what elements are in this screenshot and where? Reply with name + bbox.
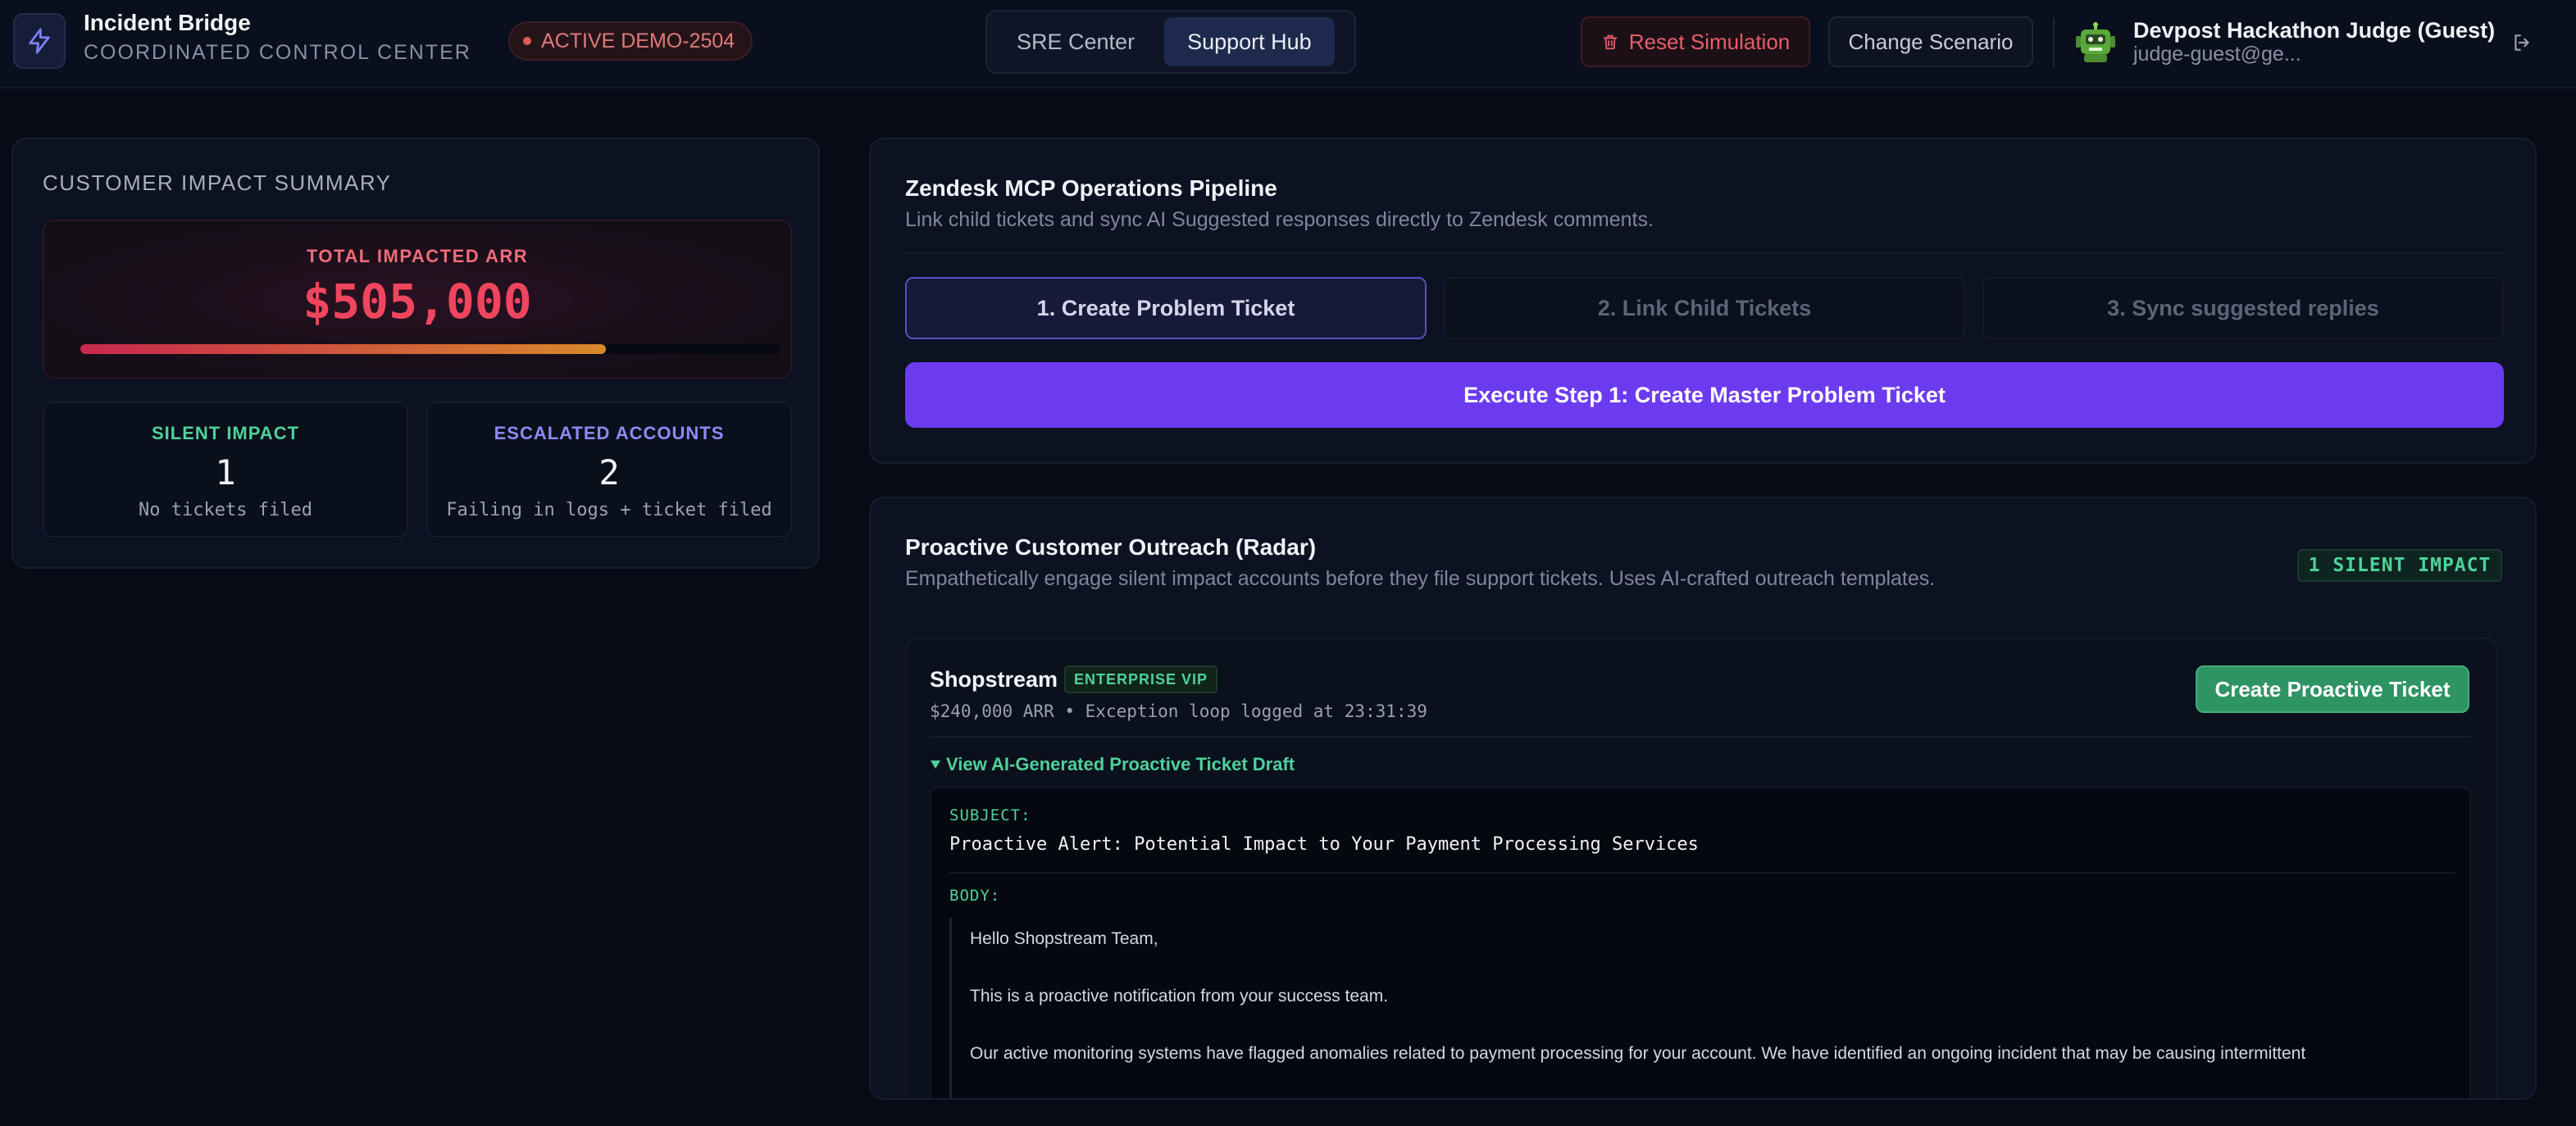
total-arr-value: $505,000 bbox=[303, 274, 532, 329]
tab-sre-center[interactable]: SRE Center bbox=[994, 17, 1158, 66]
escalated-accounts-value: 2 bbox=[598, 452, 620, 493]
active-badge-label: ACTIVE DEMO-2504 bbox=[541, 29, 735, 52]
user-name: Devpost Hackathon Judge (Guest) bbox=[2133, 18, 2496, 43]
avatar[interactable] bbox=[2073, 20, 2119, 66]
header-divider bbox=[2053, 18, 2055, 67]
zendesk-pipeline-card: Zendesk MCP Operations Pipeline Link chi… bbox=[869, 138, 2537, 464]
step-create-problem-ticket[interactable]: 1. Create Problem Ticket bbox=[905, 277, 1427, 339]
draft-body-line: Our active monitoring systems have flagg… bbox=[970, 1044, 2306, 1063]
account-card-shopstream: Shopstream ENTERPRISE VIP $240,000 ARR •… bbox=[905, 638, 2497, 1098]
outreach-description: Empathetically engage silent impact acco… bbox=[905, 567, 1936, 590]
customer-impact-summary-card: CUSTOMER IMPACT SUMMARY TOTAL IMPACTED A… bbox=[11, 138, 820, 569]
change-scenario-button[interactable]: Change Scenario bbox=[1828, 16, 2033, 67]
proactive-outreach-card: Proactive Customer Outreach (Radar) Empa… bbox=[869, 497, 2537, 1100]
summary-title: CUSTOMER IMPACT SUMMARY bbox=[43, 170, 392, 195]
logout-button[interactable] bbox=[2505, 26, 2538, 59]
total-arr-label: TOTAL IMPACTED ARR bbox=[306, 246, 529, 266]
app-logo[interactable] bbox=[13, 13, 66, 69]
account-name: Shopstream bbox=[930, 667, 1058, 692]
step-link-child-tickets[interactable]: 2. Link Child Tickets bbox=[1444, 277, 1965, 339]
draft-subject: Proactive Alert: Potential Impact to You… bbox=[949, 834, 1699, 855]
view-tab-switch: SRE Center Support Hub bbox=[985, 10, 1356, 74]
draft-divider bbox=[949, 872, 2455, 874]
silent-impact-label: SILENT IMPACT bbox=[151, 423, 300, 443]
tab-support-hub[interactable]: Support Hub bbox=[1164, 17, 1335, 66]
active-incident-badge: ACTIVE DEMO-2504 bbox=[508, 21, 753, 61]
arr-progress-fill bbox=[80, 344, 606, 354]
app-subtitle: COORDINATED CONTROL CENTER bbox=[84, 41, 471, 64]
draft-toggle-label: View AI-Generated Proactive Ticket Draft bbox=[946, 754, 1295, 774]
silent-impact-badge: 1 SILENT IMPACT bbox=[2297, 549, 2502, 582]
execute-step-button[interactable]: Execute Step 1: Create Master Problem Ti… bbox=[905, 362, 2504, 428]
total-impacted-arr-panel: TOTAL IMPACTED ARR $505,000 bbox=[43, 220, 792, 379]
app-title: Incident Bridge bbox=[84, 10, 251, 35]
top-header: Incident Bridge COORDINATED CONTROL CENT… bbox=[0, 0, 2576, 89]
ticket-draft-box: SUBJECT: Proactive Alert: Potential Impa… bbox=[930, 787, 2471, 1098]
draft-body-line: Hello Shopstream Team, bbox=[970, 929, 1158, 948]
escalated-accounts-stat: ESCALATED ACCOUNTS 2 Failing in logs + t… bbox=[426, 402, 792, 538]
triangle-down-icon bbox=[931, 761, 940, 769]
account-tier-badge: ENTERPRISE VIP bbox=[1064, 665, 1218, 693]
account-divider bbox=[930, 736, 2471, 738]
draft-body-line: This is a proactive notification from yo… bbox=[970, 987, 1389, 1006]
logout-icon bbox=[2515, 34, 2529, 51]
silent-impact-desc: No tickets filed bbox=[139, 500, 312, 520]
user-email: judge-guest@ge... bbox=[2133, 43, 2301, 66]
draft-body: Hello Shopstream Team, This is a proacti… bbox=[949, 918, 2455, 1098]
robot-icon bbox=[2076, 22, 2115, 62]
lightning-icon bbox=[29, 28, 50, 54]
reset-simulation-label: Reset Simulation bbox=[1628, 29, 1791, 54]
create-proactive-ticket-button[interactable]: Create Proactive Ticket bbox=[2196, 665, 2469, 713]
pipeline-title: Zendesk MCP Operations Pipeline bbox=[905, 175, 1277, 201]
escalated-accounts-desc: Failing in logs + ticket filed bbox=[446, 500, 772, 520]
silent-impact-value: 1 bbox=[215, 452, 236, 493]
outreach-title: Proactive Customer Outreach (Radar) bbox=[905, 534, 1317, 560]
status-dot-icon bbox=[523, 37, 531, 45]
silent-impact-stat: SILENT IMPACT 1 No tickets filed bbox=[43, 402, 408, 538]
account-meta: $240,000 ARR • Exception loop logged at … bbox=[930, 701, 1427, 721]
draft-toggle[interactable]: View AI-Generated Proactive Ticket Draft bbox=[930, 754, 1295, 775]
step-sync-suggested-replies[interactable]: 3. Sync suggested replies bbox=[1982, 277, 2504, 339]
arr-progress-bar bbox=[80, 344, 781, 354]
trash-icon bbox=[1603, 34, 1617, 50]
pipeline-divider bbox=[905, 252, 2504, 254]
body-label: BODY: bbox=[949, 887, 1001, 905]
reset-simulation-button[interactable]: Reset Simulation bbox=[1581, 16, 1810, 67]
subject-label: SUBJECT: bbox=[949, 806, 1031, 824]
pipeline-description: Link child tickets and sync AI Suggested… bbox=[905, 208, 1654, 231]
escalated-accounts-label: ESCALATED ACCOUNTS bbox=[494, 423, 725, 443]
